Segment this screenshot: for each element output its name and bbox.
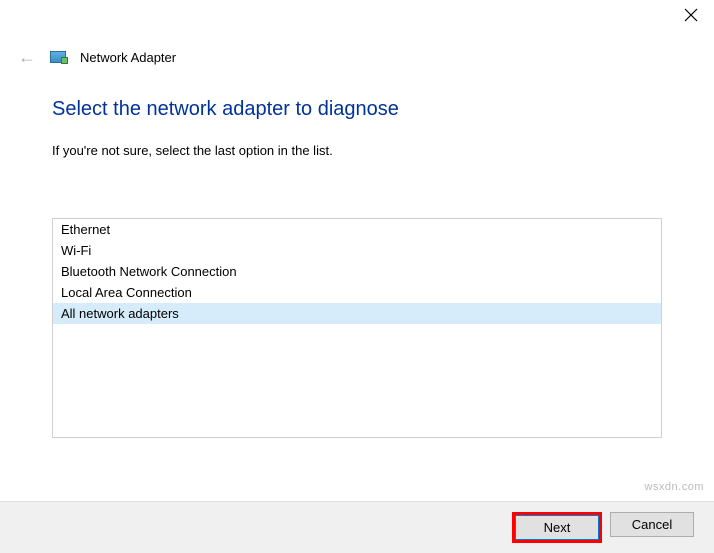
cancel-button[interactable]: Cancel xyxy=(610,512,694,537)
list-item[interactable]: Ethernet xyxy=(53,219,661,240)
next-button-highlight: Next xyxy=(512,512,602,543)
list-item[interactable]: All network adapters xyxy=(53,303,661,324)
network-adapter-icon xyxy=(50,51,66,63)
content: Select the network adapter to diagnose I… xyxy=(0,66,714,438)
close-icon[interactable] xyxy=(684,8,698,22)
header: ← Network Adapter xyxy=(0,40,714,66)
page-heading: Select the network adapter to diagnose xyxy=(52,98,662,121)
list-item[interactable]: Wi-Fi xyxy=(53,240,661,261)
titlebar xyxy=(0,0,714,40)
back-arrow-icon: ← xyxy=(18,48,36,66)
footer: Next Cancel xyxy=(0,501,714,553)
list-item[interactable]: Local Area Connection xyxy=(53,282,661,303)
window-title: Network Adapter xyxy=(80,50,176,65)
page-subtext: If you're not sure, select the last opti… xyxy=(52,143,662,158)
watermark: wsxdn.com xyxy=(644,481,704,493)
next-button[interactable]: Next xyxy=(515,515,599,540)
list-item[interactable]: Bluetooth Network Connection xyxy=(53,261,661,282)
adapter-listbox[interactable]: EthernetWi-FiBluetooth Network Connectio… xyxy=(52,218,662,438)
